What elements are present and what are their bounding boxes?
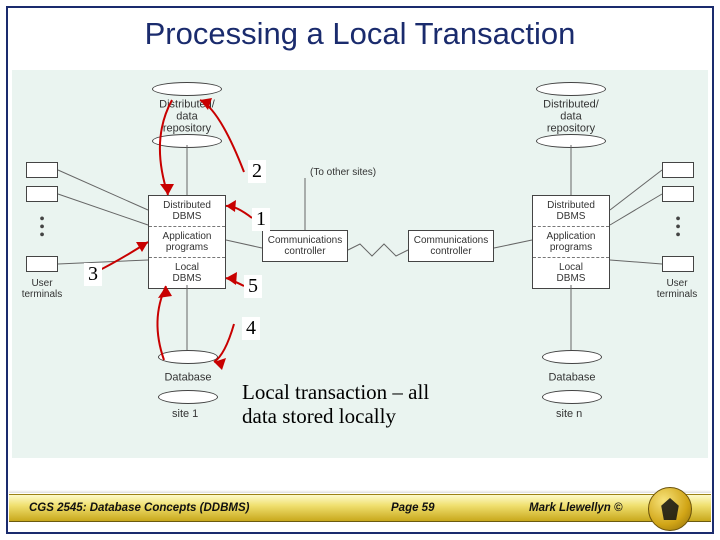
step-number-3: 3 <box>84 263 102 286</box>
step-number-1: 1 <box>252 208 270 231</box>
ucf-logo-icon <box>648 487 692 531</box>
database-cylinder-left: Database <box>158 350 218 404</box>
terminal-box-l1 <box>26 162 58 178</box>
stack-left-dbms: Distributed DBMS <box>149 196 225 226</box>
diagram-caption: Local transaction – all data stored loca… <box>242 380 472 428</box>
terminal-dots-right: ••• <box>673 216 683 240</box>
footer-bar: CGS 2545: Database Concepts (DDBMS) Page… <box>9 494 711 522</box>
terminal-box-r3 <box>662 256 694 272</box>
terminal-box-r1 <box>662 162 694 178</box>
repository-label-right: Distributed/ data repository <box>540 98 603 134</box>
stack-right-local: Local DBMS <box>533 257 609 288</box>
repository-label-left: Distributed/ data repository <box>156 98 219 134</box>
user-terminals-left: User terminals <box>17 278 67 300</box>
stack-right-dbms: Distributed DBMS <box>533 196 609 226</box>
step-number-4: 4 <box>242 317 260 340</box>
comm-controller-right: Communications controller <box>408 230 494 262</box>
terminal-box-l2 <box>26 186 58 202</box>
database-label-left: Database <box>161 371 215 383</box>
database-cylinder-right: Database <box>542 350 602 404</box>
terminal-box-r2 <box>662 186 694 202</box>
stack-right-apps: Application programs <box>533 226 609 257</box>
comm-controller-left: Communications controller <box>262 230 348 262</box>
stack-left-local: Local DBMS <box>149 257 225 288</box>
site-1-label: site 1 <box>172 408 198 420</box>
stack-left-apps: Application programs <box>149 226 225 257</box>
step-number-2: 2 <box>248 160 266 183</box>
stack-right: Distributed DBMS Application programs Lo… <box>532 195 610 289</box>
repository-cylinder-right: Distributed/ data repository <box>536 82 606 148</box>
footer-author: Mark Llewellyn © <box>529 502 622 514</box>
user-terminals-right: User terminals <box>652 278 702 300</box>
to-other-sites-label: (To other sites) <box>310 167 376 178</box>
stack-left: Distributed DBMS Application programs Lo… <box>148 195 226 289</box>
database-label-right: Database <box>545 371 599 383</box>
repository-cylinder-left: Distributed/ data repository <box>152 82 222 148</box>
slide-title: Processing a Local Transaction <box>0 16 720 52</box>
step-number-5: 5 <box>244 275 262 298</box>
footer-page: Page 59 <box>391 502 434 514</box>
terminal-dots-left: ••• <box>37 216 47 240</box>
terminal-box-l3 <box>26 256 58 272</box>
site-n-label: site n <box>556 408 582 420</box>
footer-course: CGS 2545: Database Concepts (DDBMS) <box>29 502 249 514</box>
